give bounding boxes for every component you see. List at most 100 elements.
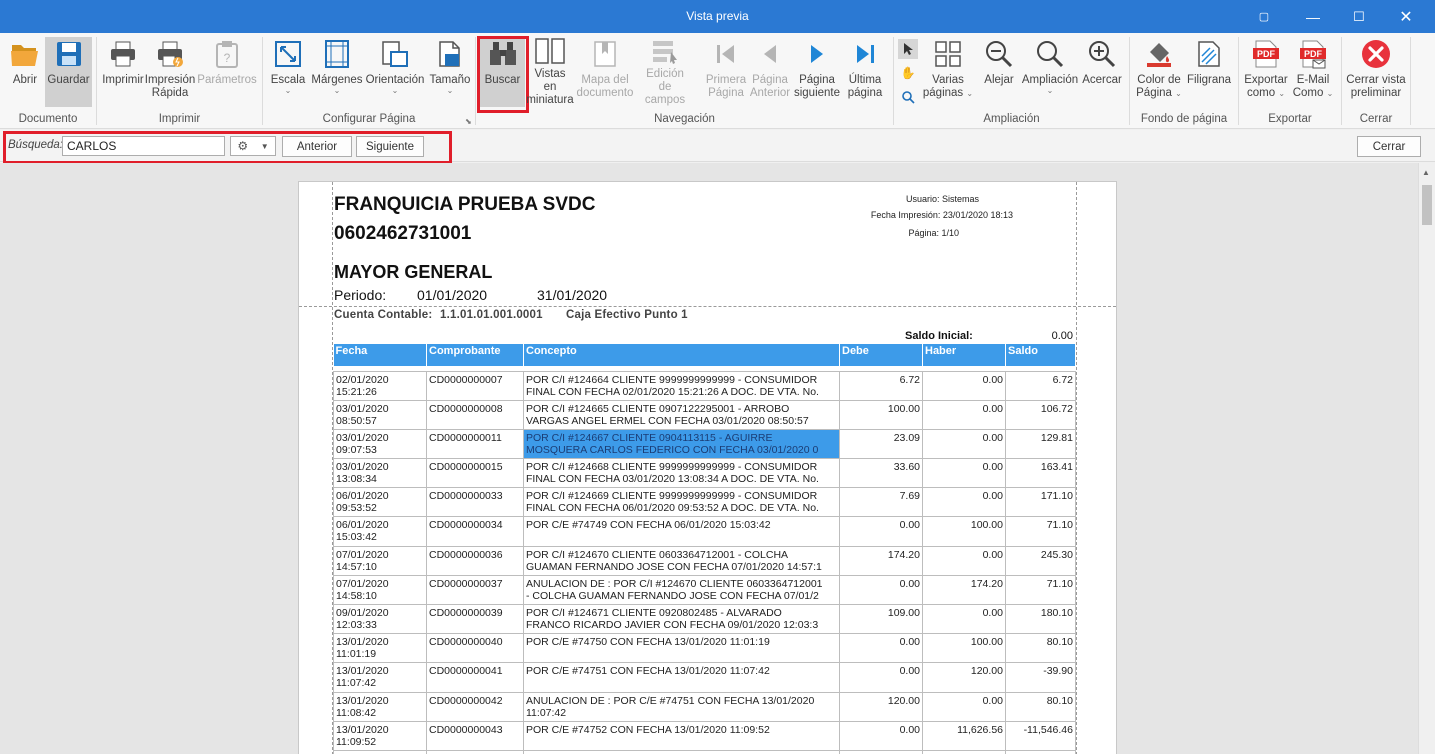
scrollbar-thumb[interactable] [1422,185,1432,225]
first-page-icon [709,37,743,71]
initial-balance-label: Saldo Inicial: [905,330,973,342]
document-map-button[interactable]: Mapa del documento [577,37,633,107]
parameters-button[interactable]: ? Parámetros [197,37,257,107]
balance-cell: 163.41 [1005,458,1076,489]
previous-page-button[interactable]: Página Anterior [749,37,791,107]
export-as-button[interactable]: PDF Exportar como ⌄ [1242,37,1290,107]
company-ruc: 0602462731001 [334,223,472,244]
arrow-left-icon [753,37,787,71]
search-close-button[interactable]: Cerrar [1357,136,1421,157]
date-text: 03/01/2020 [336,431,389,444]
date-cell: 13/01/2020 11:07:42 [333,662,427,693]
credit-cell: 0.00 [922,458,1006,489]
date-text: 09/01/2020 [336,607,389,619]
open-button[interactable]: Abrir [8,37,42,107]
maximize-button[interactable]: ☐ [1336,0,1382,33]
save-button[interactable]: Guardar [45,37,92,107]
pdf-export-icon: PDF [1249,37,1283,71]
print-button[interactable]: Imprimir [101,37,145,107]
table-row: 06/01/2020 09:53:52 CD0000000033 POR C/I #1… [333,487,1076,518]
zoom-in-button[interactable]: Acercar [1081,37,1123,107]
watermark-button[interactable]: Filigrana [1186,37,1232,107]
orientation-button[interactable]: Orientación ⌄ [365,37,425,107]
time-text: 11:09:52 [336,735,377,748]
debit-cell: 6.72 [839,370,923,401]
arrow-right-icon [800,37,834,71]
concept-line: POR C/E #74752 CON FECHA 13/01/2020 11:0… [526,723,770,736]
time-text: 14:57:10 [336,560,377,573]
field-editing-button[interactable]: Edición de campos [637,37,693,107]
last-page-button[interactable]: Última página [843,37,887,107]
window-title: Vista previa [686,9,749,23]
next-page-button[interactable]: Página siguiente [794,37,840,107]
time-text: 09:53:52 [336,502,377,515]
debit-cell: 0.00 [839,720,923,751]
svg-text:?: ? [224,51,231,65]
table-row: 13/01/2020 11:08:42 CD0000000042 ANULACION … [333,691,1076,722]
balance-cell: 6.72 [1005,370,1076,401]
email-as-button[interactable]: PDF E-Mail Como ⌄ [1290,37,1336,107]
voucher-cell: CD0000000033 [426,487,524,518]
date-text: 06/01/2020 [336,490,389,503]
debit-cell: 0.00 [839,516,923,547]
close-preview-button[interactable]: Cerrar vista preliminar [1345,37,1407,107]
first-page-button[interactable]: Primera Página [704,37,748,107]
concept-line: POR C/I #124671 CLIENTE 0920802485 - ALV… [526,607,782,619]
size-button[interactable]: Tamaño ⌄ [428,37,472,107]
zoom-tool-icon[interactable] [898,87,918,107]
group-separator [1410,37,1411,125]
quick-printer-icon [153,37,187,71]
period-from: 01/01/2020 [417,287,488,303]
scroll-up-icon[interactable]: ▲ [1422,168,1430,177]
report-user: Usuario: Sistemas [905,194,979,204]
balance-cell: 106.72 [1005,399,1076,430]
multiple-pages-button[interactable]: Varias páginas ⌄ [922,37,974,107]
balance-cell: 171.10 [1005,487,1076,518]
date-cell: 03/01/2020 09:07:53 [333,428,427,460]
group-label-fondo: Fondo de página [1140,113,1228,125]
account-label: Cuenta Contable: [334,309,433,321]
period-to: 31/01/2020 [537,287,608,303]
scale-icon [271,37,305,71]
concept-line: POR C/I #124665 CLIENTE 0907122295001 - … [526,402,790,415]
concept-cell: POR C/E #74749 CON FECHA 06/01/2020 15:0… [523,516,840,547]
restore-icon[interactable]: ▢ [1241,0,1287,33]
credit-cell: 100.00 [922,633,1006,664]
zoom-button[interactable]: Ampliación ⌄ [1021,37,1079,107]
pointer-tool-icon[interactable] [898,39,918,59]
column-header: Concepto [523,344,840,366]
thumbnails-icon [533,37,567,65]
minimize-button[interactable]: — [1290,0,1336,33]
thumbnails-button[interactable]: Vistas en miniatura [526,37,574,107]
page-color-button[interactable]: Color de Página ⌄ [1135,37,1183,107]
margin-guide [299,306,1116,307]
date-text: 03/01/2020 [336,461,389,474]
debit-cell: 0.00 [839,633,923,664]
time-text: 09:07:53 [336,443,377,456]
voucher-cell: CD0000000008 [426,399,524,430]
voucher-cell: CD0000000034 [426,516,524,547]
voucher-cell: CD0000000040 [426,633,524,664]
quick-print-button[interactable]: Impresión Rápida [145,37,195,107]
debit-cell: 120.00 [839,691,923,722]
debit-cell: 0.00 [839,662,923,693]
chevron-down-icon: ⌄ [1046,86,1054,95]
concept-cell: POR C/I #124667 CLIENTE 0904113115 - AGU… [523,428,840,460]
zoom-out-button[interactable]: Alejar [981,37,1017,107]
concept-cell: ANULACION DE : POR C/E #74751 CON FECHA … [523,691,840,722]
credit-cell: 100.00 [922,516,1006,547]
vertical-scrollbar[interactable]: ▲ [1418,163,1435,754]
margins-button[interactable]: Márgenes ⌄ [311,37,363,107]
group-separator [1341,37,1342,125]
period-label: Periodo: [334,287,387,303]
concept-line: FINAL CON FECHA 03/01/2020 13:08:34 A DO… [526,473,819,486]
balance-cell: 80.10 [1005,633,1076,664]
close-window-button[interactable]: ✕ [1383,0,1429,33]
chevron-down-icon: ⌄ [1278,89,1286,98]
chevron-down-icon: ⌄ [1175,89,1182,98]
dialog-launcher-icon[interactable]: ⬊ [465,117,472,126]
folder-open-icon [8,37,42,71]
chevron-down-icon: ⌄ [1326,89,1334,98]
hand-tool-icon[interactable]: ✋ [898,63,918,83]
scale-button[interactable]: Escala ⌄ [268,37,308,107]
